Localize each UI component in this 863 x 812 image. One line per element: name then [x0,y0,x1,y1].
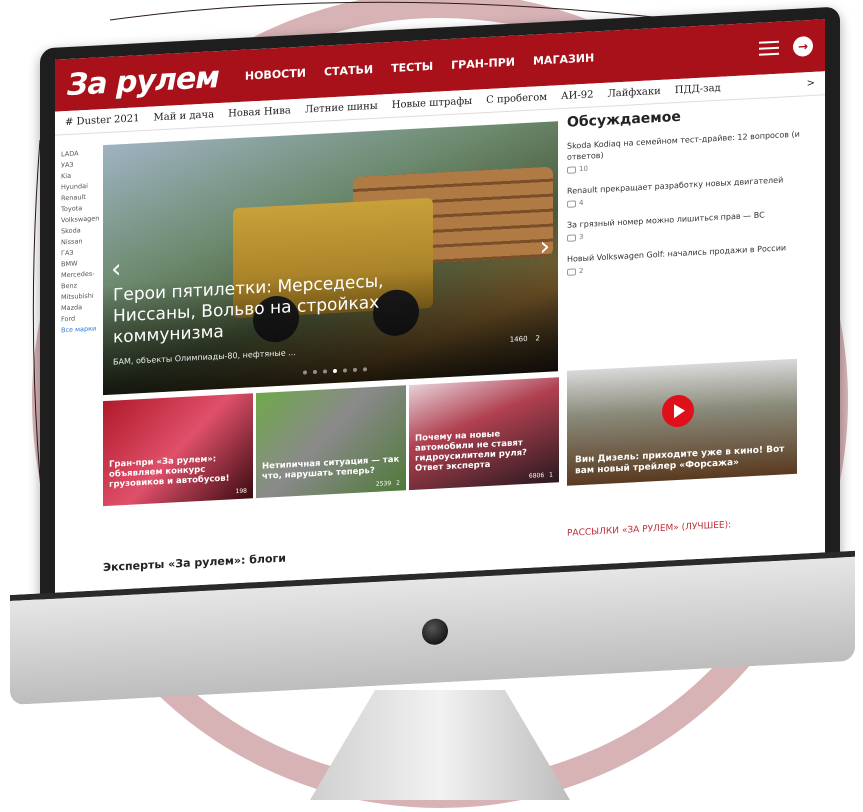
slider-dot[interactable] [353,367,357,373]
comment-icon [567,200,576,208]
tags-next-arrow[interactable]: > [807,78,815,89]
comments-count: 2 [396,479,400,487]
nav-news[interactable]: НОВОСТИ [245,66,306,82]
main-nav: НОВОСТИ СТАТЬИ ТЕСТЫ ГРАН-ПРИ МАГАЗИН [245,51,594,82]
login-icon[interactable]: → [793,35,813,57]
tag-item[interactable]: # Duster 2021 [65,113,140,128]
slider-dot-active[interactable] [333,368,337,374]
nav-shop[interactable]: МАГАЗИН [533,51,594,67]
video-caption[interactable]: Вин Дизель: приходите уже в кино! Вот ва… [575,444,789,477]
nav-articles[interactable]: СТАТЬИ [324,62,373,78]
page-content: LADA УАЗ Kia Hyundai Renault Toyota Volk… [55,95,825,594]
monitor-button-icon [422,618,448,646]
hero-slider[interactable]: ‹ › Герои пятилетки: Мерседесы, Ниссаны,… [103,121,558,396]
slider-dot[interactable] [343,368,347,373]
views-count: 198 [235,487,247,496]
discussed-item[interactable]: За грязный номер можно лишиться прав — В… [567,207,817,244]
chevron-left-icon[interactable]: ‹ [111,254,121,285]
hero-stats: 1460 2 [510,334,540,344]
views-count: 6806 [528,472,545,480]
comment-count-value: 10 [579,164,588,174]
tile-caption[interactable]: Нетипичная ситуация — так что, нарушать … [262,455,400,482]
comment-count-value: 3 [579,232,584,242]
tag-item[interactable]: ПДД-зад [675,83,721,96]
discussed-item[interactable]: Новый Volkswagen Golf: начались продажи … [567,241,817,278]
tag-item[interactable]: Новые штрафы [392,96,472,111]
slider-dot[interactable] [303,370,307,375]
tile-stats: 6806 1 [529,472,553,480]
tag-item[interactable]: Май и дача [154,109,215,123]
discussed-item[interactable]: Skoda Kodiaq на семейном тест-драйве: 12… [567,128,817,176]
comment-icon [567,234,576,242]
website-screen: За рулем НОВОСТИ СТАТЬИ ТЕСТЫ ГРАН-ПРИ М… [55,19,825,595]
views-count: 1460 [509,334,528,344]
tag-item[interactable]: Лайфхаки [607,86,660,100]
comments-count: 2 [535,334,540,343]
monitor: За рулем НОВОСТИ СТАТЬИ ТЕСТЫ ГРАН-ПРИ М… [10,0,855,705]
chevron-right-icon[interactable]: › [540,232,550,263]
slider-dot[interactable] [323,369,327,374]
play-icon[interactable] [662,394,694,428]
comments-count: 1 [549,471,553,479]
news-tile[interactable]: Гран-при «За рулем»: объявляем конкурс г… [103,393,253,507]
discussed-title: Обсуждаемое [567,108,681,131]
tag-item[interactable]: С пробегом [486,92,547,106]
news-tiles: Гран-при «За рулем»: объявляем конкурс г… [103,377,559,507]
comment-icon [567,268,576,276]
nav-tests[interactable]: ТЕСТЫ [391,59,433,74]
tile-caption[interactable]: Гран-при «За рулем»: объявляем конкурс г… [109,453,247,490]
brand-item[interactable]: Mercedes-Benz [61,268,97,292]
discussed-item[interactable]: Renault прекращает разработку новых двиг… [567,173,817,210]
header-actions: → [759,35,813,59]
discussed-panel: Обсуждаемое Skoda Kodiaq на семейном тес… [567,102,817,288]
views-count: 2539 [375,480,392,488]
tag-item[interactable]: АИ-92 [561,89,593,102]
slider-dot[interactable] [363,367,367,372]
site-logo[interactable]: За рулем [67,60,219,103]
comment-count-value: 4 [579,198,584,208]
experts-heading: Эксперты «За рулем»: блоги [103,551,286,575]
tag-item[interactable]: Летние шины [305,101,378,116]
video-tile[interactable]: Вин Дизель: приходите уже в кино! Вот ва… [567,358,797,486]
news-tile[interactable]: Нетипичная ситуация — так что, нарушать … [256,385,406,499]
tile-stats: 2539 2 [376,480,400,488]
monitor-stand [310,690,570,800]
brand-list: LADA УАЗ Kia Hyundai Renault Toyota Volk… [61,147,99,336]
hamburger-menu-icon[interactable] [759,40,779,56]
slider-dot[interactable] [313,369,317,375]
all-brands-link[interactable]: Все марки [61,323,97,336]
nav-grand-prix[interactable]: ГРАН-ПРИ [451,55,515,71]
comment-count-value: 2 [579,266,584,276]
newsletter-heading: РАССЫЛКИ «ЗА РУЛЕМ» (ЛУЧШЕЕ): [567,520,732,539]
tile-stats: 198 [236,488,247,496]
comment-icon [567,166,576,174]
tile-caption[interactable]: Почему на новые автомобили не ставят гид… [415,427,553,473]
tag-item[interactable]: Новая Нива [228,105,291,119]
news-tile[interactable]: Почему на новые автомобили не ставят гид… [409,377,559,491]
